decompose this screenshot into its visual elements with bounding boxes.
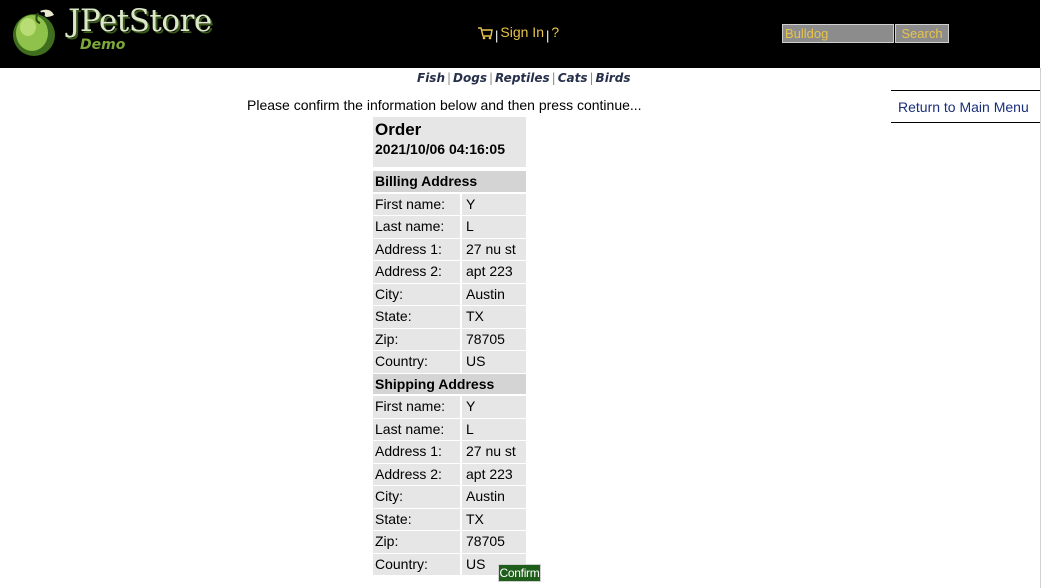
logo-title[interactable]: JPetStore (68, 3, 212, 39)
field-value: apt 223 (462, 463, 526, 485)
field-label: Last name: (373, 418, 460, 440)
table-row: Address 1: 27 nu st (373, 238, 526, 260)
table-row: Zip: 78705 (373, 531, 526, 553)
field-value: apt 223 (462, 261, 526, 283)
table-row: Address 2: apt 223 (373, 261, 526, 283)
table-row: State: TX (373, 306, 526, 328)
return-to-main-menu-link[interactable]: Return to Main Menu (898, 99, 1029, 115)
field-label: Address 2: (373, 261, 460, 283)
table-row: City: Austin (373, 486, 526, 508)
table-row: State: TX (373, 508, 526, 530)
field-value: TX (462, 508, 526, 530)
quicklink-cats[interactable]: Cats (558, 71, 588, 85)
field-value: TX (462, 306, 526, 328)
billing-address-heading: Billing Address (373, 171, 526, 192)
field-label: City: (373, 486, 460, 508)
confirm-button[interactable]: Confirm (498, 564, 541, 582)
logo-subtitle: Demo (80, 37, 126, 53)
field-value: Y (462, 396, 526, 418)
order-title: Order (375, 120, 422, 139)
field-value: L (462, 216, 526, 238)
field-label: City: (373, 283, 460, 305)
quicklink-dogs[interactable]: Dogs (453, 71, 487, 85)
billing-address-rows: First name: Y Last name: L Address 1: 27 nu s… (373, 193, 526, 373)
table-row: First name: Y (373, 193, 526, 215)
field-value: Austin (462, 283, 526, 305)
field-value: 78705 (462, 531, 526, 553)
field-label: Address 1: (373, 238, 460, 260)
menu-separator: | (495, 28, 499, 43)
field-value: 78705 (462, 328, 526, 350)
field-label: Last name: (373, 216, 460, 238)
table-row: City: Austin (373, 283, 526, 305)
shipping-address-heading: Shipping Address (373, 373, 526, 394)
menu-separator: | (545, 28, 550, 43)
search-button[interactable]: Search (895, 24, 949, 43)
cart-icon[interactable] (477, 26, 493, 40)
table-row: First name: Y (373, 396, 526, 418)
field-value: 27 nu st (462, 441, 526, 463)
help-link[interactable]: ? (551, 24, 559, 40)
field-label: Zip: (373, 531, 460, 553)
order-header: Order 2021/10/06 04:16:05 (373, 117, 526, 167)
sign-in-link[interactable]: Sign In (500, 24, 544, 40)
field-label: State: (373, 508, 460, 530)
confirm-instructions: Please confirm the information below and… (247, 97, 642, 113)
header-menu: | Sign In |? (477, 24, 559, 43)
header-bar: JPetStore Demo | Sign In |? Bulldog Search (0, 0, 1040, 68)
field-value: Austin (462, 486, 526, 508)
field-label: Address 1: (373, 441, 460, 463)
field-label: First name: (373, 396, 460, 418)
back-link-box: Return to Main Menu (891, 90, 1040, 123)
order-date: 2021/10/06 04:16:05 (375, 141, 505, 157)
table-row: Last name: L (373, 418, 526, 440)
field-label: Country: (373, 553, 460, 575)
scrollbar[interactable] (1040, 0, 1050, 588)
field-value: 27 nu st (462, 238, 526, 260)
quicklink-reptiles[interactable]: Reptiles (495, 71, 550, 85)
field-label: Country: (373, 351, 460, 373)
field-label: First name: (373, 193, 460, 215)
field-label: Zip: (373, 328, 460, 350)
shipping-address-rows: First name: Y Last name: L Address 1: 27 nu s… (373, 396, 526, 575)
table-row: Zip: 78705 (373, 328, 526, 350)
quicklink-birds[interactable]: Birds (596, 71, 631, 85)
table-row: Address 2: apt 223 (373, 463, 526, 485)
table-row: Last name: L (373, 216, 526, 238)
field-value: Y (462, 193, 526, 215)
category-quicklinks: Fish | Dogs | Reptiles | Cats | Birds (417, 71, 631, 85)
order-table: Order 2021/10/06 04:16:05 Billing Addres… (373, 117, 526, 576)
search-input[interactable]: Bulldog (782, 24, 894, 43)
parrot-logo-icon[interactable] (10, 3, 58, 57)
field-label: State: (373, 306, 460, 328)
table-row: Country: US (373, 351, 526, 373)
field-value: US (462, 351, 526, 373)
table-row: Address 1: 27 nu st (373, 441, 526, 463)
field-value: L (462, 418, 526, 440)
quicklink-fish[interactable]: Fish (417, 71, 445, 85)
field-label: Address 2: (373, 463, 460, 485)
